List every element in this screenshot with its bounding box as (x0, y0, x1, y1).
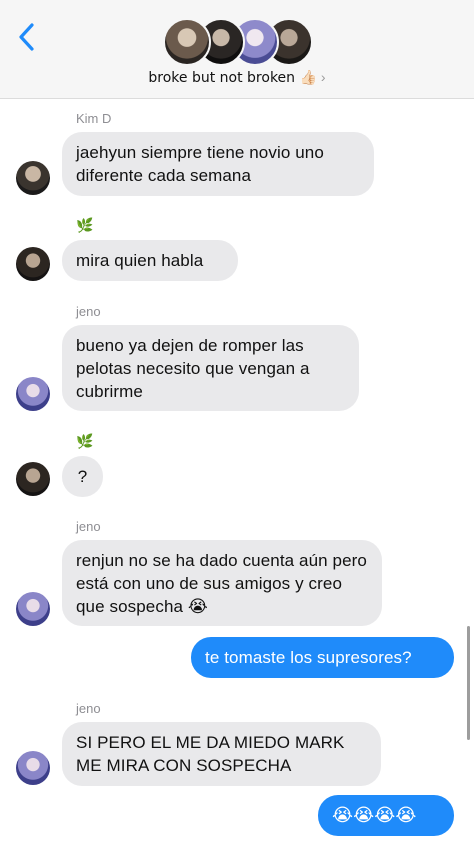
chevron-right-icon: › (320, 69, 326, 85)
avatar[interactable] (16, 751, 50, 785)
avatar[interactable] (16, 247, 50, 281)
sender-name: jeno (76, 701, 101, 716)
message-bubble-incoming[interactable]: renjun no se ha dado cuenta aún pero est… (62, 540, 382, 626)
message-bubble-incoming[interactable]: bueno ya dejen de romper las pelotas nec… (62, 325, 359, 411)
group-name-label: broke but not broken 👍🏻 (148, 70, 317, 86)
sender-name: Kim D (76, 111, 112, 126)
chat-header: broke but not broken 👍🏻 › (0, 0, 474, 99)
avatar[interactable] (16, 592, 50, 626)
message-bubble-outgoing[interactable]: 😭😭😭😭 (318, 795, 454, 836)
sender-name: jeno (76, 304, 101, 319)
message-bubble-outgoing[interactable]: te tomaste los supresores? (191, 637, 454, 678)
avatar[interactable] (16, 377, 50, 411)
message-bubble-incoming[interactable]: mira quien habla (62, 240, 238, 281)
avatar[interactable] (16, 462, 50, 496)
group-avatar-1 (163, 18, 211, 66)
message-bubble-incoming[interactable]: SI PERO EL ME DA MIEDO MARK ME MIRA CON … (62, 722, 381, 786)
sender-name: jeno (76, 519, 101, 534)
group-name[interactable]: broke but not broken 👍🏻 › (0, 69, 474, 86)
message-bubble-incoming[interactable]: ? (62, 456, 103, 497)
scrollbar[interactable] (467, 626, 470, 740)
avatar[interactable] (16, 161, 50, 195)
leaf-icon: 🌿 (76, 218, 94, 234)
message-bubble-incoming[interactable]: jaehyun siempre tiene novio uno diferent… (62, 132, 374, 196)
leaf-icon: 🌿 (76, 434, 94, 450)
group-avatars[interactable] (163, 18, 313, 66)
back-chevron-icon[interactable] (16, 22, 38, 52)
